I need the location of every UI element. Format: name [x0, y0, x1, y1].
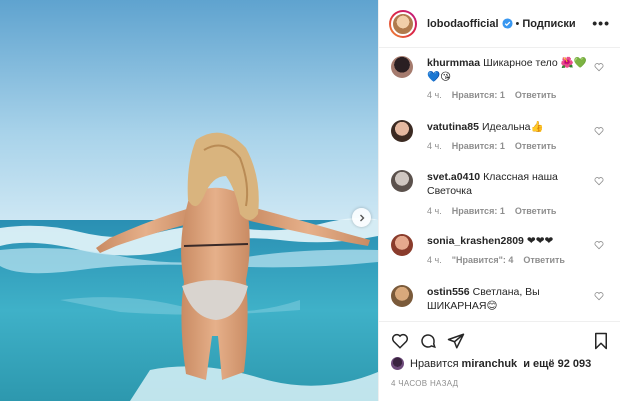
comment-time: 4 ч.: [427, 141, 442, 151]
beach-photo-image: [0, 0, 378, 401]
likes-summary: Нравится miranchuk и ещё 92 093: [391, 357, 594, 370]
commenter-username[interactable]: ostin556: [427, 286, 470, 298]
author-username[interactable]: lobodaofficial: [427, 18, 499, 30]
heart-icon[interactable]: [594, 240, 604, 250]
comment-likes[interactable]: Нравится: 1: [452, 141, 505, 151]
comment-time: 4 ч.: [427, 206, 442, 216]
likes-prefix: Нравится: [410, 357, 459, 370]
verified-badge-icon: [501, 18, 513, 29]
post-actions-bar: Нравится miranchuk и ещё 92 093 4 ЧАСОВ …: [379, 321, 620, 401]
commenter-avatar[interactable]: [391, 234, 413, 256]
commenter-avatar[interactable]: [391, 120, 413, 142]
commenter-avatar[interactable]: [391, 56, 413, 78]
liker-avatar[interactable]: [391, 357, 404, 370]
comment-meta: 4 ч. Нравится: 1 Ответить: [427, 206, 566, 216]
heart-icon[interactable]: [594, 176, 604, 186]
post-side-panel: lobodaofficial • Подписки ••• khurmmaa Ши…: [378, 0, 620, 401]
separator-dot: •: [515, 17, 520, 30]
comment-meta: 4 ч. "Нравится": 4 Ответить: [427, 255, 575, 265]
commenter-username[interactable]: vatutina85: [427, 121, 479, 133]
comment-text-block: ostin556 Светлана, Вы ШИКАРНАЯ😊: [427, 285, 588, 313]
post-photo[interactable]: [0, 0, 378, 401]
comment-likes[interactable]: "Нравится": 4: [452, 255, 514, 265]
reply-button[interactable]: Ответить: [523, 255, 565, 265]
likes-count[interactable]: и ещё 92 093: [523, 358, 591, 370]
post-header: lobodaofficial • Подписки •••: [379, 0, 620, 48]
reply-button[interactable]: Ответить: [515, 141, 557, 151]
comment-meta: 4 ч. Нравится: 1 Ответить: [427, 90, 566, 100]
comment-text: Идеальна👍: [481, 121, 544, 133]
commenter-username[interactable]: sonia_krashen2809: [427, 235, 524, 247]
comment-text-block: vatutina85 Идеальна👍: [427, 120, 588, 134]
reply-button[interactable]: Ответить: [515, 90, 557, 100]
following-button[interactable]: Подписки: [522, 18, 575, 30]
heart-icon[interactable]: [594, 62, 604, 72]
comment-likes[interactable]: Нравится: 1: [452, 90, 505, 100]
commenter-username[interactable]: khurmmaa: [427, 57, 480, 69]
comment-text-block: sonia_krashen2809 ❤❤❤: [427, 234, 588, 248]
liker-username[interactable]: miranchuk: [462, 358, 518, 370]
comment-text-block: khurmmaa Шикарное тело 🌺💚💙😘: [427, 56, 588, 84]
like-heart-icon[interactable]: [391, 332, 409, 350]
share-direct-icon[interactable]: [447, 332, 465, 350]
comment-likes[interactable]: Нравится: 1: [452, 206, 505, 216]
comment-text: ❤❤❤: [526, 235, 554, 247]
comment-bubble-icon[interactable]: [419, 332, 437, 350]
post-timestamp[interactable]: 4 ЧАСОВ НАЗАД: [391, 379, 458, 388]
author-avatar[interactable]: [389, 9, 417, 38]
heart-icon[interactable]: [594, 291, 604, 301]
commenter-avatar[interactable]: [391, 170, 413, 192]
comment-text-block: svet.a0410 Классная наша Светочка: [427, 170, 588, 198]
more-options-icon[interactable]: •••: [592, 15, 610, 31]
bookmark-icon[interactable]: [592, 332, 610, 350]
commenter-username[interactable]: svet.a0410: [427, 171, 480, 183]
comments-list: khurmmaa Шикарное тело 🌺💚💙😘 4 ч. Нравится:…: [379, 48, 620, 320]
next-image-button[interactable]: [352, 208, 371, 227]
commenter-avatar[interactable]: [391, 285, 413, 307]
heart-icon[interactable]: [594, 126, 604, 136]
reply-button[interactable]: Ответить: [515, 206, 557, 216]
comment-time: 4 ч.: [427, 255, 442, 265]
chevron-right-icon: [359, 214, 364, 221]
comment-time: 4 ч.: [427, 90, 442, 100]
comment-meta: 4 ч. Нравится: 1 Ответить: [427, 141, 566, 151]
